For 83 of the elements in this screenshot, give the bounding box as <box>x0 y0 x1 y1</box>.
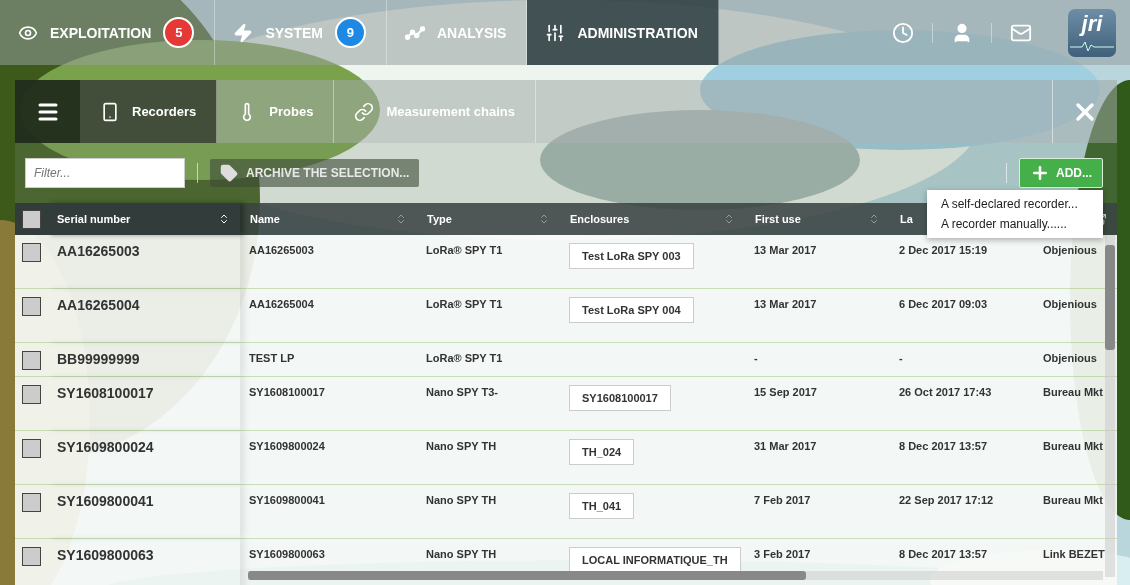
table-cell: - <box>899 352 903 364</box>
menu-item[interactable]: A recorder manually...... <box>927 214 1103 234</box>
table-cell: Objenious <box>1043 352 1097 364</box>
table-cell: AA16265003 <box>249 244 314 256</box>
column-header[interactable]: Type <box>427 213 452 225</box>
table-cell: 31 Mar 2017 <box>754 440 817 452</box>
serial-number: SY1609800041 <box>57 493 154 509</box>
sliders-icon <box>545 22 566 43</box>
row-checkbox[interactable] <box>21 297 41 316</box>
table-cell: TEST LP <box>249 352 295 364</box>
column-header[interactable]: Enclosures <box>570 213 630 225</box>
column-header[interactable]: Name <box>250 213 280 225</box>
scrollbar-thumb[interactable] <box>1105 245 1115 350</box>
table-cell: Objenious <box>1043 298 1097 310</box>
column-header[interactable]: First use <box>755 213 801 225</box>
enclosure-tag: LOCAL INFORMATIQUE_TH <box>569 547 741 573</box>
table-cell: 26 Oct 2017 17:43 <box>899 386 992 398</box>
logo: jri <box>1068 8 1116 57</box>
nav-tab[interactable]: ADMINISTRATION <box>527 0 719 65</box>
serial-number: BB99999999 <box>57 351 140 367</box>
table-cell: LoRa® SPY T1 <box>426 244 503 256</box>
scrollbar-thumb[interactable] <box>248 571 806 580</box>
nav-tab[interactable]: EXPLOITATION 5 <box>0 0 216 65</box>
phone-icon <box>100 101 120 122</box>
serial-number: AA16265004 <box>57 297 140 313</box>
row-checkbox[interactable] <box>21 351 41 370</box>
column-header[interactable]: Serial number <box>57 213 131 225</box>
serial-number: SY1609800024 <box>57 439 154 455</box>
table-cell: Nano SPY TH <box>426 548 497 560</box>
row-checkbox[interactable] <box>21 243 41 262</box>
table-cell: - <box>754 352 758 364</box>
enclosure-tag: Test LoRa SPY 003 <box>569 243 694 269</box>
tag-icon <box>220 164 238 182</box>
scrollbar-track[interactable] <box>248 571 1103 580</box>
scrollbar-track[interactable] <box>1105 235 1115 577</box>
clock-icon[interactable] <box>892 21 914 44</box>
table-cell: SY1609800063 <box>249 548 325 560</box>
table-cell: Bureau Mkt <box>1043 386 1103 398</box>
enclosure-tag: TH_041 <box>569 493 635 519</box>
serial-number: AA16265003 <box>57 243 140 259</box>
filter-field[interactable]: Filter... <box>25 158 185 188</box>
table-cell: Nano SPY T3- <box>426 386 498 398</box>
table-cell: Nano SPY TH <box>426 440 497 452</box>
table-cell: 8 Dec 2017 13:57 <box>899 548 988 560</box>
table-cell: 7 Feb 2017 <box>754 494 811 506</box>
table-cell: 3 Feb 2017 <box>754 548 811 560</box>
table-cell: SY1609800041 <box>249 494 325 506</box>
table-cell: 13 Mar 2017 <box>754 244 817 256</box>
table-cell: Objenious <box>1043 244 1097 256</box>
nav-tab[interactable]: SYSTEM 9 <box>215 0 387 65</box>
table-cell: SY1609800024 <box>249 440 325 452</box>
lightning-icon <box>233 22 254 43</box>
row-checkbox[interactable] <box>21 439 41 458</box>
table-cell: Bureau Mkt <box>1043 494 1103 506</box>
table-cell: Link BEZET <box>1043 548 1105 560</box>
table-cell: 8 Dec 2017 13:57 <box>899 440 988 452</box>
table-cell: 13 Mar 2017 <box>754 298 817 310</box>
section-tab[interactable]: Recorders <box>80 80 218 143</box>
table-cell: AA16265004 <box>249 298 314 310</box>
column-header[interactable]: La <box>900 213 913 225</box>
table-cell: 2 Dec 2017 15:19 <box>899 244 988 256</box>
link-icon <box>354 101 375 122</box>
serial-number: SY1608100017 <box>57 385 154 401</box>
plus-icon <box>1030 163 1050 183</box>
enclosure-tag: Test LoRa SPY 004 <box>569 297 694 323</box>
table-cell: 6 Dec 2017 09:03 <box>899 298 988 310</box>
row-checkbox[interactable] <box>21 547 41 566</box>
menu-button[interactable] <box>15 80 80 143</box>
table-cell: Nano SPY TH <box>426 494 497 506</box>
sort-icon[interactable] <box>218 213 230 225</box>
table-cell: LoRa® SPY T1 <box>426 298 503 310</box>
menu-item[interactable]: A self-declared recorder... <box>927 194 1103 214</box>
table-cell: LoRa® SPY T1 <box>426 352 503 364</box>
table-cell: 22 Sep 2017 17:12 <box>899 494 994 506</box>
select-all-checkbox[interactable] <box>21 209 41 229</box>
row-checkbox[interactable] <box>21 385 41 404</box>
enclosure-tag: SY1608100017 <box>569 385 671 411</box>
enclosure-tag: TH_024 <box>569 439 635 465</box>
table-cell: Bureau Mkt <box>1043 440 1103 452</box>
row-checkbox[interactable] <box>21 493 41 512</box>
table-cell: 15 Sep 2017 <box>754 386 817 398</box>
serial-number: SY1609800063 <box>57 547 154 563</box>
table-cell: SY1608100017 <box>249 386 325 398</box>
